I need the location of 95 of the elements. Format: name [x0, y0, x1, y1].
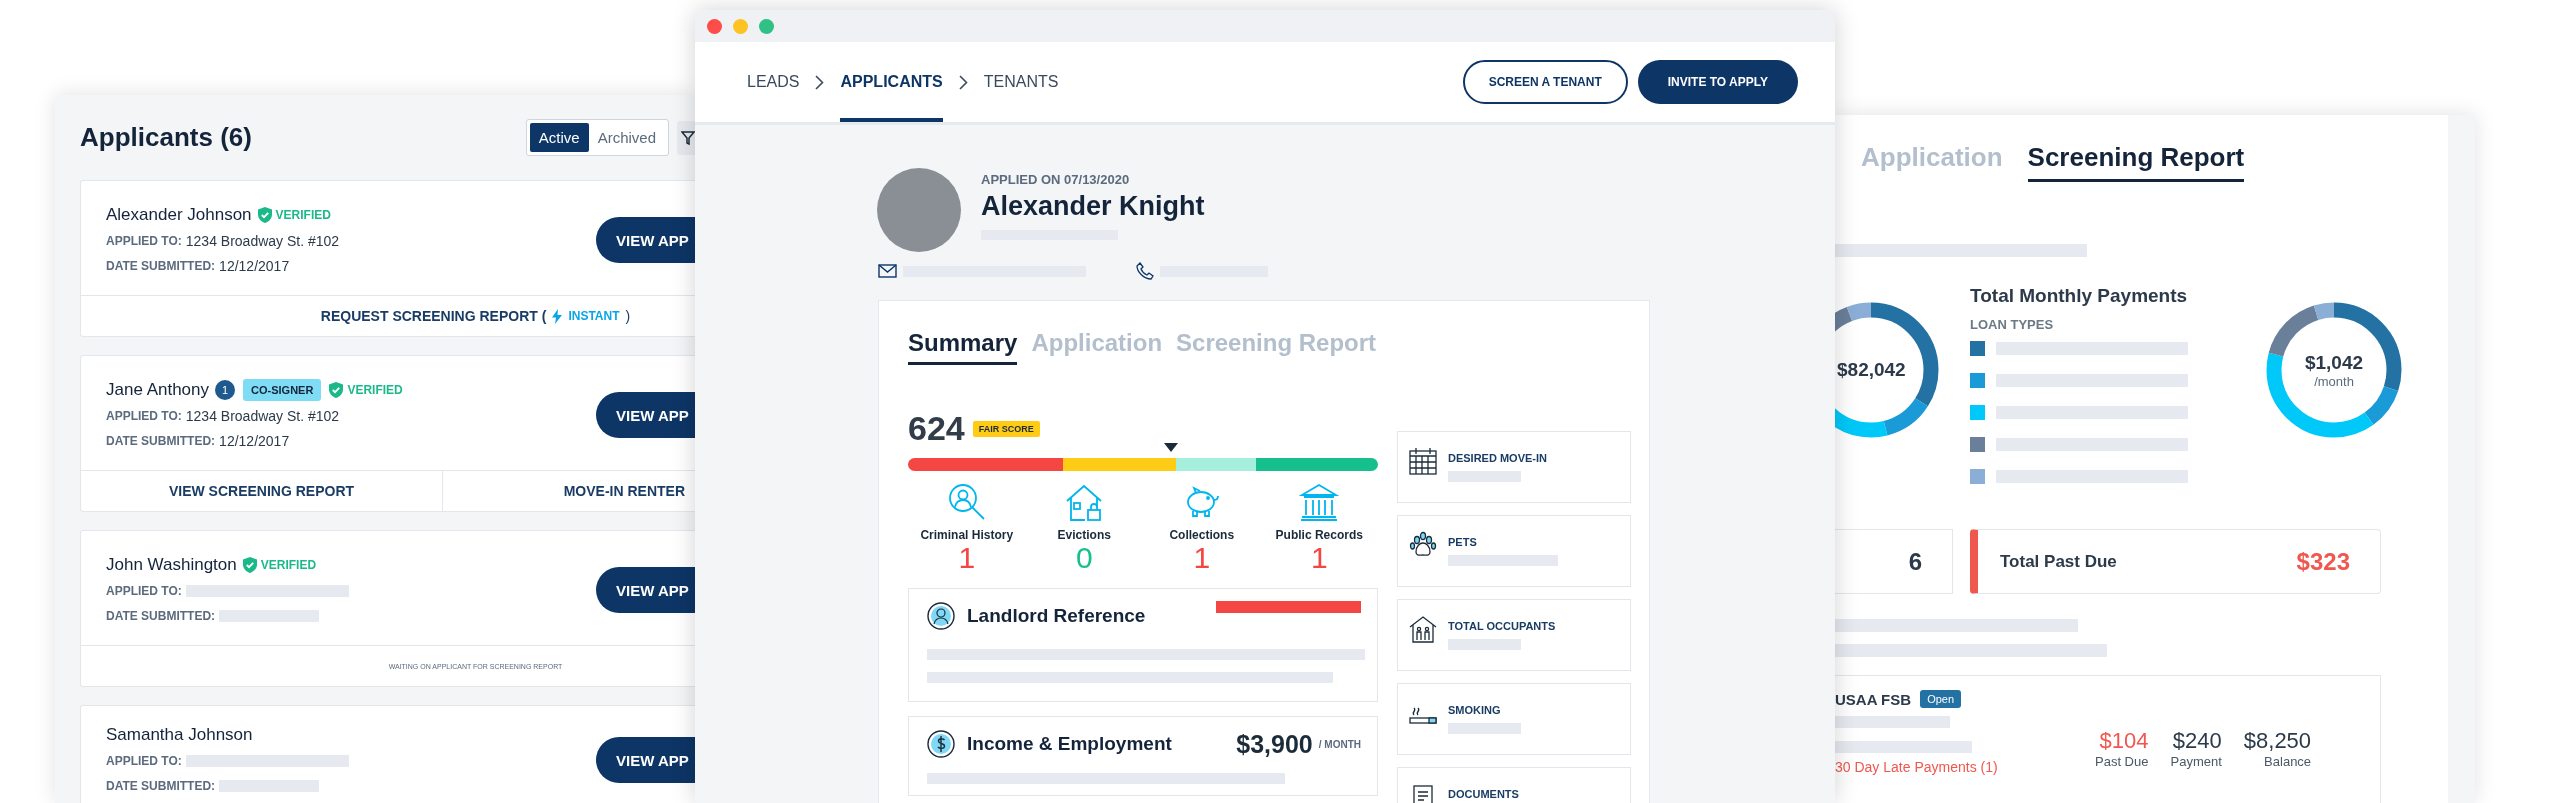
- view-application-button[interactable]: VIEW APP: [596, 737, 695, 783]
- invite-button[interactable]: INVITE TO APPLY: [1637, 60, 1798, 104]
- field-label: APPLIED TO:: [106, 583, 182, 598]
- summary-tab[interactable]: Summary: [908, 329, 1018, 365]
- dollar-icon: [927, 730, 955, 758]
- applicant-name: John Washington: [106, 555, 237, 575]
- screen-button[interactable]: SCREEN A TENANT: [1462, 60, 1628, 104]
- record-count: 1: [1310, 542, 1328, 574]
- late-payments-text: 30 Day Late Payments (1): [1835, 759, 1999, 775]
- card-action-button[interactable]: VIEW SCREENING REPORT: [81, 471, 443, 511]
- detail-title: DESIRED MOVE-IN: [1448, 452, 1547, 464]
- filter-button[interactable]: [677, 120, 695, 155]
- count-badge: 1: [215, 380, 236, 400]
- bank-building-icon: [1298, 481, 1341, 523]
- record-label: Collections: [1169, 528, 1235, 542]
- instant-label: INSTANT: [568, 309, 620, 323]
- figure-value: $240: [2172, 728, 2222, 754]
- date-text: 12/12/2017: [219, 257, 290, 274]
- mail-icon: [878, 264, 897, 278]
- verified-label: VERIFIED: [260, 558, 317, 572]
- shield-check-icon: [329, 382, 344, 398]
- chevron-right-icon: [815, 74, 825, 90]
- section-title: Income & Employment: [967, 733, 1173, 755]
- past-due-label: Total Past Due: [2000, 551, 2117, 572]
- field-label: APPLIED TO:: [106, 753, 182, 768]
- section-title: Landlord Reference: [967, 605, 1147, 627]
- figure-label: Past Due: [2095, 754, 2149, 769]
- shield-check-icon: [242, 557, 257, 573]
- date-text: 12/12/2017: [219, 432, 290, 449]
- filter-icon: [681, 129, 695, 146]
- breadcrumb-tab[interactable]: TENANTS: [983, 42, 1059, 122]
- shield-check-icon: [257, 207, 272, 223]
- maximize-icon[interactable]: [759, 18, 774, 34]
- field-label: DATE SUBMITTED:: [106, 608, 216, 623]
- co-signer-tag: CO-SIGNER: [243, 379, 322, 401]
- legend-title: LOAN TYPES: [1970, 317, 2055, 332]
- report-tab[interactable]: Screening Report: [2027, 142, 2245, 182]
- lightning-icon: [552, 308, 563, 324]
- unit-label: /month: [2314, 374, 2354, 389]
- record-count: 1: [1193, 542, 1211, 574]
- income-amount: $3,900: [1236, 729, 1313, 759]
- detail-title: TOTAL OCCUPANTS: [1448, 620, 1556, 632]
- applicant-name: Samantha Johnson: [106, 725, 253, 745]
- total-debt-value: $82,042: [1837, 359, 1906, 381]
- card-action-button[interactable]: MOVE-IN RENTER: [443, 471, 695, 511]
- verified-label: VERIFIED: [347, 383, 403, 397]
- applicant-name: Alexander Johnson: [106, 205, 252, 225]
- record-label: Criminal History: [920, 528, 1014, 542]
- address-text: 1234 Broadway St. #102: [185, 407, 340, 424]
- address-text: 1234 Broadway St. #102: [185, 232, 340, 249]
- field-label: APPLIED TO:: [106, 233, 182, 248]
- accounts-count: 6: [1908, 547, 1922, 576]
- person-icon: [927, 602, 955, 630]
- record-label: Public Records: [1275, 528, 1363, 542]
- view-application-button[interactable]: VIEW APP: [596, 567, 695, 613]
- verified-label: VERIFIED: [275, 208, 331, 222]
- detail-title: PETS: [1448, 536, 1478, 548]
- field-label: DATE SUBMITTED:: [106, 778, 216, 793]
- filter-tab[interactable]: Active: [529, 123, 589, 152]
- field-label: DATE SUBMITTED:: [106, 258, 216, 273]
- filter-tab[interactable]: Archived: [588, 123, 665, 152]
- record-count: 0: [1075, 542, 1093, 574]
- applied-date: APPLIED ON 07/13/2020: [981, 172, 1131, 187]
- request-report-link[interactable]: REQUEST SCREENING REPORT (: [320, 308, 547, 324]
- view-application-button[interactable]: VIEW APP: [596, 392, 695, 438]
- status-badge: Open: [1920, 690, 1962, 708]
- page-title: Applicants (6): [80, 122, 253, 153]
- applicant-name: Alexander Knight: [981, 191, 1205, 222]
- house-people-icon: [1408, 614, 1438, 644]
- credit-score: 624: [908, 409, 965, 448]
- record-label: Evictions: [1057, 528, 1111, 542]
- view-application-button[interactable]: VIEW APP: [596, 217, 695, 263]
- breadcrumb-tab[interactable]: APPLICANTS: [840, 42, 943, 122]
- rating-badge: FAIR SCORE: [972, 420, 1040, 437]
- field-label: APPLIED TO:: [106, 408, 182, 423]
- field-label: DATE SUBMITTED:: [106, 433, 216, 448]
- figure-value: $104: [2099, 728, 2149, 754]
- paren-text: ): [625, 308, 631, 324]
- account-name: USAA FSB: [1835, 690, 1912, 708]
- unit-label: / MONTH: [1318, 738, 1361, 750]
- detail-title: SMOKING: [1448, 704, 1502, 716]
- breadcrumb-tab[interactable]: LEADS: [747, 42, 800, 122]
- detail-title: DOCUMENTS: [1448, 788, 1519, 800]
- figure-value: $8,250: [2243, 728, 2312, 754]
- figure-label: Payment: [2170, 754, 2222, 769]
- phone-icon: [1136, 262, 1154, 280]
- section-title: Total Monthly Payments: [1970, 285, 2189, 307]
- monthly-payment-value: $1,042: [2304, 352, 2364, 374]
- calendar-icon: [1408, 446, 1438, 476]
- chevron-right-icon: [958, 74, 968, 90]
- record-count: 1: [958, 542, 976, 574]
- applicant-name: Jane Anthony: [106, 380, 210, 400]
- close-icon[interactable]: [707, 18, 722, 34]
- figure-label: Balance: [2264, 754, 2312, 769]
- past-due-amount: $323: [2296, 547, 2350, 576]
